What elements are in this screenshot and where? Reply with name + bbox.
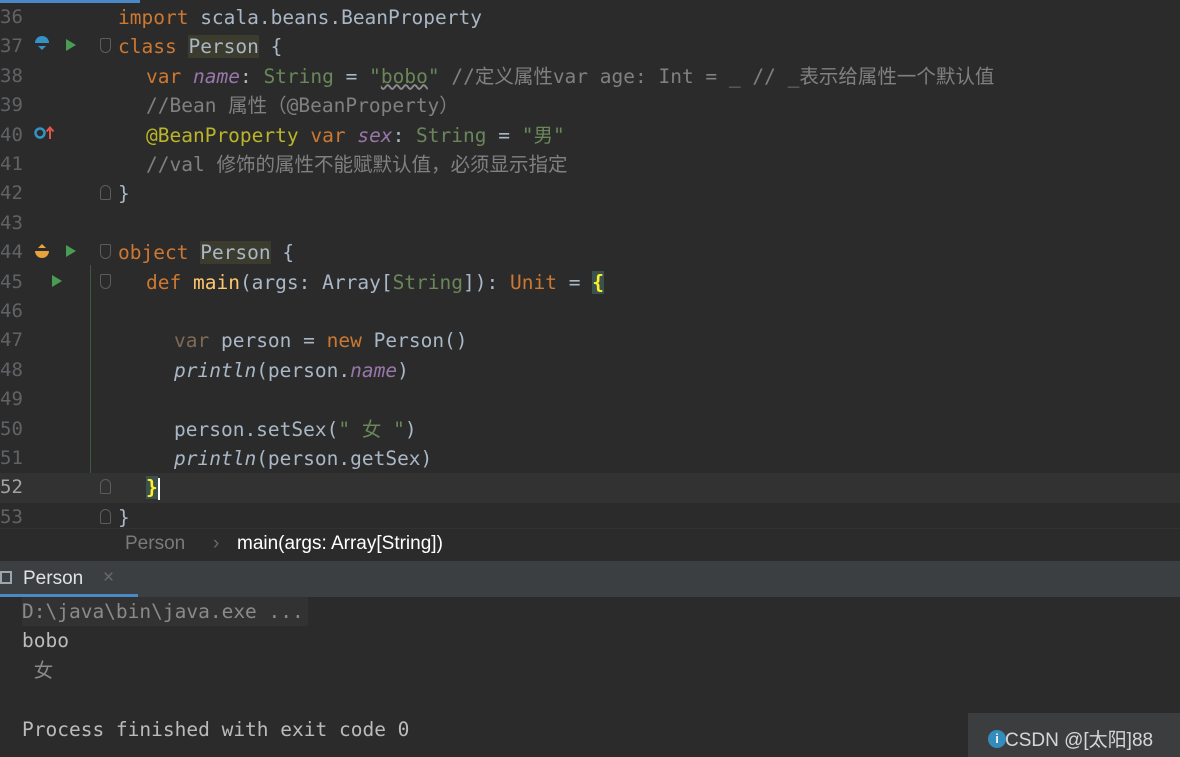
code-line-44[interactable]: 44 object Person { <box>0 238 1180 267</box>
line-number: 36 <box>0 6 23 28</box>
code-line-41[interactable]: 41 //val 修饰的属性不能赋默认值，必须显示指定 <box>0 150 1180 179</box>
code-text[interactable]: def main(args: Array[String]): Unit = { <box>146 268 604 297</box>
fold-marker[interactable] <box>100 244 111 260</box>
run-icon[interactable] <box>64 32 78 61</box>
line-number: 47 <box>0 329 23 352</box>
line-number: 43 <box>0 211 23 234</box>
code-line-40[interactable]: 40 @BeanProperty var sex: String = "男" <box>0 121 1180 150</box>
line-number: 48 <box>0 358 23 381</box>
breadcrumb-item-person[interactable]: Person <box>125 533 185 555</box>
tab-run-person[interactable]: Person × <box>0 561 138 597</box>
breadcrumb-separator: › <box>213 533 220 554</box>
console-output-line: bobo <box>22 629 69 653</box>
text-caret <box>157 477 160 500</box>
line-number: 50 <box>0 417 23 440</box>
line-number: 41 <box>0 153 23 175</box>
console-output-line: 女 <box>22 658 54 682</box>
fold-marker[interactable] <box>100 508 111 524</box>
code-text[interactable]: @BeanProperty var sex: String = "男" <box>146 121 565 150</box>
code-text[interactable]: person.setSex(" 女 ") <box>174 415 417 444</box>
code-text[interactable]: } <box>146 473 160 502</box>
code-line-46[interactable]: 46 <box>0 297 1180 326</box>
code-text[interactable]: //Bean 属性（@BeanProperty） <box>146 91 459 120</box>
console-exit-line: Process finished with exit code 0 <box>22 717 410 741</box>
fold-marker[interactable] <box>100 479 111 495</box>
console-icon <box>0 571 12 584</box>
code-line-37[interactable]: 37 class Person { <box>0 32 1180 61</box>
code-text[interactable]: class Person { <box>118 32 282 61</box>
code-text[interactable]: var name: String = "bobo" //定义属性var age:… <box>146 62 994 91</box>
code-line-39[interactable]: 39 //Bean 属性（@BeanProperty） <box>0 91 1180 120</box>
line-number: 38 <box>0 64 23 87</box>
breadcrumb: Person › main(args: Array[String]) <box>0 528 1180 561</box>
code-line-49[interactable]: 49 <box>0 385 1180 414</box>
code-text[interactable]: println(person.name) <box>174 356 409 385</box>
close-icon[interactable]: × <box>103 567 114 589</box>
console-command-line[interactable]: D:\java\bin\java.exe ... <box>22 597 308 627</box>
code-line-52[interactable]: 52 } <box>0 473 1180 503</box>
line-number: 53 <box>0 505 23 528</box>
code-text[interactable]: //val 修饰的属性不能赋默认值，必须显示指定 <box>146 150 567 179</box>
code-line-43[interactable]: 43 <box>0 209 1180 238</box>
code-text[interactable]: } <box>118 179 130 208</box>
notification-watermark: i CSDN @[太阳]88 <box>968 713 1180 757</box>
fold-marker[interactable] <box>100 185 111 201</box>
override-icon[interactable] <box>34 121 56 150</box>
run-icon[interactable] <box>64 238 78 267</box>
watermark-text: CSDN @[太阳]88 <box>1005 730 1154 751</box>
line-number: 51 <box>0 447 23 469</box>
breadcrumb-item-main[interactable]: main(args: Array[String]) <box>237 533 443 555</box>
code-text[interactable]: } <box>118 503 130 528</box>
line-number: 52 <box>0 476 23 499</box>
line-number: 44 <box>0 241 23 264</box>
line-number: 46 <box>0 300 23 322</box>
code-text[interactable]: println(person.getSex) <box>174 444 432 473</box>
code-editor[interactable]: 36 import scala.beans.BeanProperty 37 cl… <box>0 0 1180 528</box>
code-text[interactable]: import scala.beans.BeanProperty <box>118 3 482 32</box>
fold-marker[interactable] <box>100 38 111 54</box>
line-number: 45 <box>0 270 23 293</box>
line-number: 37 <box>0 35 23 58</box>
code-text[interactable]: var person = new Person() <box>174 326 468 355</box>
line-number: 49 <box>0 388 23 411</box>
code-line-47[interactable]: 47 var person = new Person() <box>0 326 1180 355</box>
code-line-36[interactable]: 36 import scala.beans.BeanProperty <box>0 3 1180 32</box>
line-number: 42 <box>0 182 23 205</box>
code-line-48[interactable]: 48 println(person.name) <box>0 356 1180 385</box>
companion-object-icon[interactable] <box>34 238 50 267</box>
code-line-42[interactable]: 42 } <box>0 179 1180 208</box>
code-line-38[interactable]: 38 var name: String = "bobo" //定义属性var a… <box>0 62 1180 91</box>
code-text[interactable]: object Person { <box>118 238 294 267</box>
tab-label: Person <box>23 568 84 589</box>
line-number: 39 <box>0 94 23 117</box>
implemented-icon[interactable] <box>34 32 50 61</box>
code-line-45[interactable]: 45 def main(args: Array[String]): Unit =… <box>0 268 1180 297</box>
fold-marker[interactable] <box>100 273 111 289</box>
code-line-50[interactable]: 50 person.setSex(" 女 ") <box>0 415 1180 444</box>
run-tool-window-tabs: Person × <box>0 561 1180 598</box>
line-number: 40 <box>0 123 23 146</box>
info-icon: i <box>988 730 1006 748</box>
run-icon[interactable] <box>50 268 64 297</box>
code-line-51[interactable]: 51 println(person.getSex) <box>0 444 1180 473</box>
code-line-53[interactable]: 53 } <box>0 503 1180 528</box>
